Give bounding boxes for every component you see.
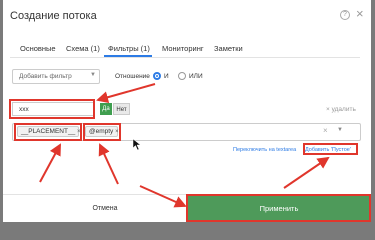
delete-filter-link[interactable]: × удалить (326, 106, 356, 113)
filter-value-input[interactable]: xxx (12, 102, 94, 116)
add-empty-link[interactable]: Добавить 'Пустое' (305, 147, 351, 153)
tab-notes[interactable]: Заметки (214, 44, 243, 53)
dialog-title: Создание потока (10, 10, 97, 22)
tag-placement: __PLACEMENT__ × (17, 126, 81, 137)
relation-label: Отношение (115, 73, 150, 80)
no-button[interactable]: Нет (113, 103, 130, 115)
tabs-divider (10, 57, 360, 58)
tab-filters[interactable]: Фильтры (1) (108, 44, 150, 53)
chevron-down-icon[interactable]: ▼ (337, 127, 343, 133)
tab-monitoring[interactable]: Мониторинг (162, 44, 204, 53)
add-filter-select[interactable]: Добавить фильтр (12, 69, 100, 84)
relation-or-radio[interactable] (178, 72, 186, 80)
tag-label: @empty (89, 128, 114, 135)
clear-icon[interactable]: × (323, 126, 328, 135)
relation-and-radio[interactable] (153, 72, 161, 80)
footer-divider (3, 194, 371, 195)
relation-or-label: ИЛИ (189, 73, 203, 80)
tab-schema[interactable]: Схема (1) (66, 44, 100, 53)
yes-button[interactable]: Да (100, 103, 112, 115)
chevron-down-icon: ▼ (90, 72, 96, 78)
active-tab-indicator (104, 55, 152, 57)
switch-to-textarea-link[interactable]: Переключить на textarea (233, 147, 296, 153)
tag-empty: @empty × (85, 126, 119, 137)
tab-main[interactable]: Основные (20, 44, 56, 53)
help-icon[interactable]: ? (340, 10, 350, 20)
cancel-button[interactable]: Отмена (60, 200, 150, 218)
tag-remove-icon[interactable]: × (115, 129, 119, 135)
apply-button[interactable]: Применить (187, 196, 371, 222)
tag-remove-icon[interactable]: × (77, 129, 81, 135)
relation-and-label: И (164, 73, 169, 80)
tag-label: __PLACEMENT__ (21, 128, 76, 135)
close-icon[interactable]: × (356, 7, 364, 20)
